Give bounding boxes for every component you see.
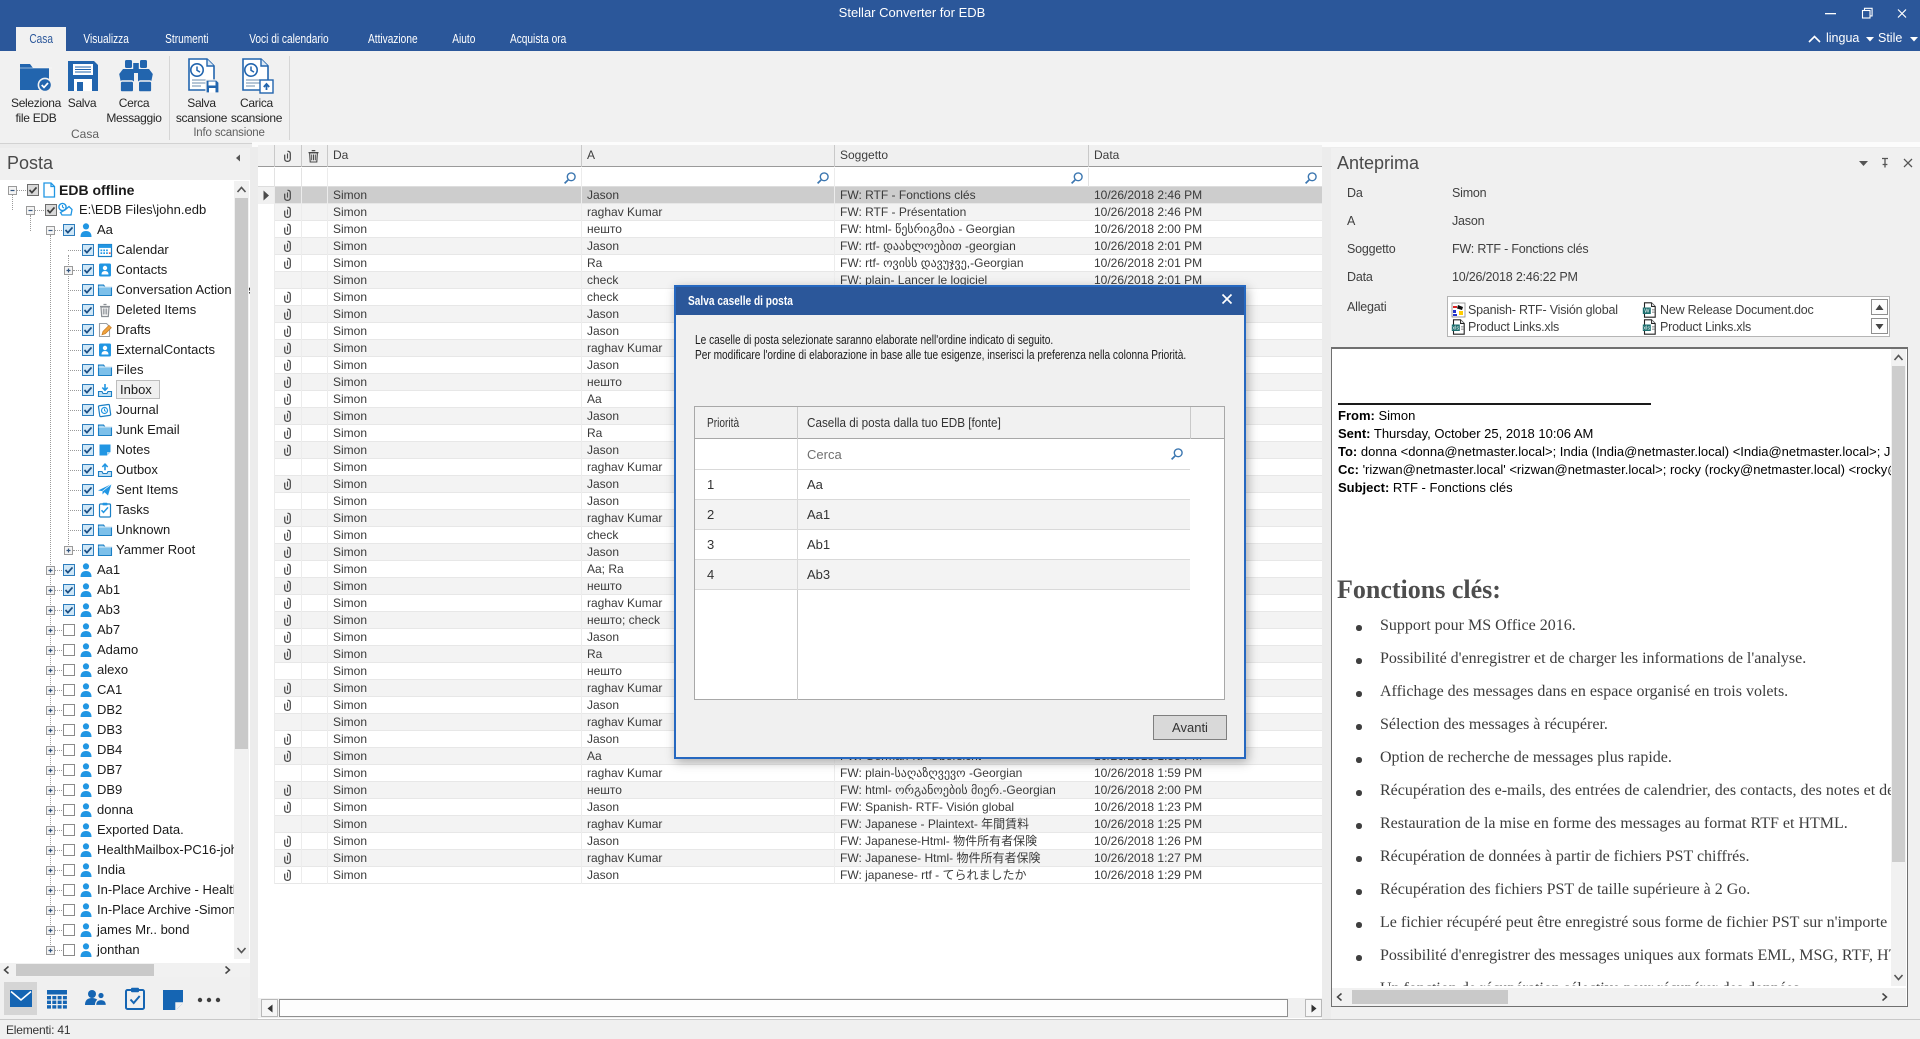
svg-text:xls: xls: [1452, 326, 1459, 332]
svg-text:xls: xls: [1643, 326, 1650, 332]
svg-text:W: W: [1644, 309, 1650, 315]
